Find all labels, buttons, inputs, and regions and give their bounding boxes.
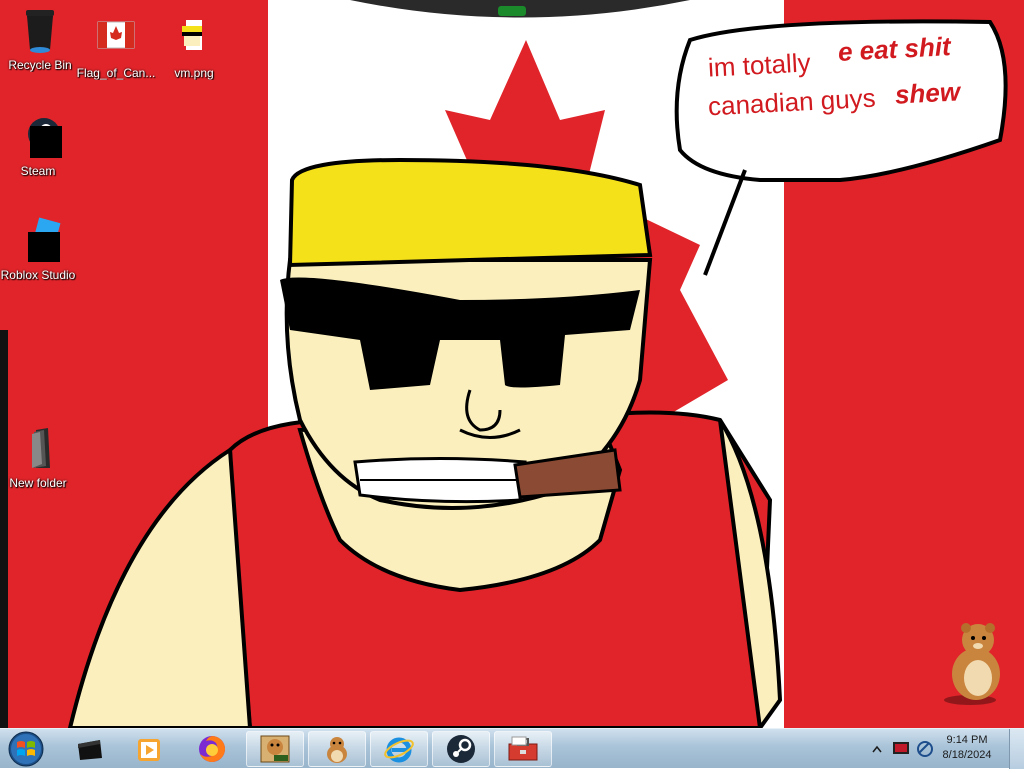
taskbar: 9:14 PM 8/18/2024 [0,728,1024,769]
show-desktop-button[interactable] [1009,729,1024,769]
desktop-icon-steam[interactable]: Steam [0,112,78,178]
media-center-icon [78,740,102,760]
hamster-gadget[interactable] [942,616,1006,706]
desktop-icon-vm-png[interactable]: vm.png [154,14,234,80]
taskbar-button-internet-explorer[interactable] [370,731,428,767]
speech-bubble-overlay-line-2: shew [894,76,961,110]
toolbox-icon [508,736,538,761]
desktop[interactable]: im totally canadian guys e eat shit shew… [0,0,1024,728]
start-button[interactable] [4,730,48,768]
desktop-icon-label: vm.png [174,66,214,80]
taskbar-button-toolbox[interactable] [494,731,552,767]
folder-icon [14,424,62,472]
windows-start-orb-icon [8,731,44,767]
desktop-icon-label: Flag_of_Can... [76,66,156,80]
clock-time: 9:14 PM [946,734,988,746]
steam-icon [14,112,62,160]
desktop-icon-label: New folder [9,476,67,490]
clock[interactable]: 9:14 PM 8/18/2024 [932,733,1002,763]
hamster-box-icon [260,735,290,763]
window-edge [0,330,8,728]
desktop-icon-recycle-bin[interactable]: Recycle Bin [0,6,80,72]
clock-date: 8/18/2024 [942,749,992,761]
desktop-icon-label: Steam [20,164,56,178]
show-hidden-icons-chevron[interactable] [872,745,882,753]
hamster-icon [944,623,1000,705]
speech-bubble-overlay-line-1: e eat shit [837,31,952,67]
taskbar-button-media-player[interactable] [120,731,178,767]
canada-flag-file-icon [92,14,140,62]
recycle-bin-icon [16,6,64,54]
taskbar-button-firefox[interactable] [183,731,241,767]
steam-icon [447,735,475,763]
taskbar-button-hamster[interactable] [308,731,366,767]
taskbar-button-media-center[interactable] [60,731,118,767]
taskbar-button-hamster-box[interactable] [246,731,304,767]
display-icon[interactable] [892,741,910,757]
hamster-icon [327,737,347,763]
system-tray: 9:14 PM 8/18/2024 [864,729,1024,769]
desktop-icon-label: Recycle Bin [8,58,72,72]
desktop-icon-label: Roblox Studio [0,268,76,282]
firefox-icon [199,736,225,762]
internet-explorer-icon [384,737,414,763]
taskbar-button-steam[interactable] [432,731,490,767]
image-file-icon [170,14,218,62]
speech-bubble-line-1: im totally [707,47,812,83]
desktop-icon-flag-of-canada[interactable]: Flag_of_Can... [76,14,156,80]
desktop-icon-roblox-studio[interactable]: Roblox Studio [0,216,78,282]
desktop-icon-new-folder[interactable]: New folder [0,424,78,490]
media-player-icon [138,739,160,761]
roblox-studio-icon [14,216,62,264]
